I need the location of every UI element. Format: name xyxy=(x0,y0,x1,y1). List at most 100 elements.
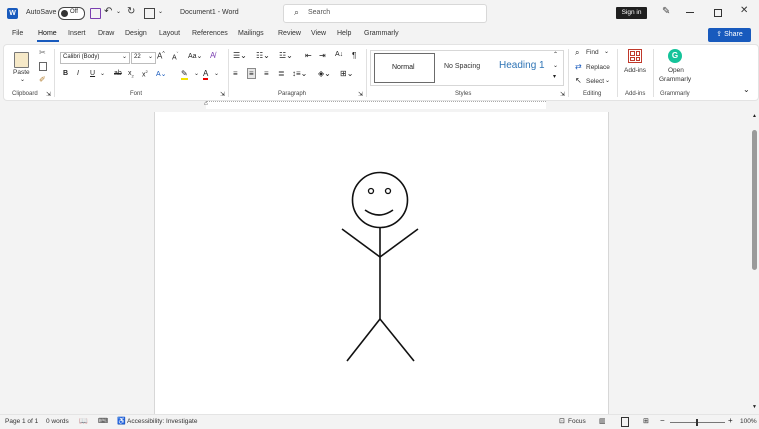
customize-qat-icon[interactable]: ⌄ xyxy=(158,8,163,15)
font-color-dropdown-icon[interactable]: ⌄ xyxy=(214,70,219,77)
styles-scroll-up-icon[interactable]: ⌃ xyxy=(553,51,558,58)
accessibility-icon[interactable]: ♿ xyxy=(117,417,126,425)
font-name-dropdown-icon[interactable]: ⌄ xyxy=(122,53,127,60)
cut-icon[interactable]: ✂ xyxy=(39,48,46,57)
select-button[interactable]: Select xyxy=(586,78,604,85)
add-ins-icon[interactable] xyxy=(628,49,642,63)
multilevel-list-icon[interactable]: ☳⌄ xyxy=(279,51,293,60)
justify-icon[interactable]: ≣ xyxy=(278,69,285,78)
web-layout-icon[interactable]: ⊞ xyxy=(643,417,649,425)
paragraph-launcher-icon[interactable]: ⇲ xyxy=(358,91,363,98)
maximize-icon[interactable] xyxy=(714,9,722,17)
decrease-indent-icon[interactable]: ⇤ xyxy=(305,51,312,60)
subscript-icon[interactable]: x2 xyxy=(128,70,134,78)
find-dropdown-icon[interactable]: ⌄ xyxy=(604,48,609,55)
font-name-box[interactable]: Calibri (Body) ⌄ xyxy=(60,52,130,64)
stick-figure-drawing[interactable] xyxy=(155,112,608,414)
add-ins-button[interactable]: Add-ins xyxy=(624,67,646,74)
open-grammarly-line1[interactable]: Open xyxy=(668,67,684,74)
styles-more-icon[interactable]: ▾ xyxy=(553,73,556,80)
strikethrough-icon[interactable]: ab xyxy=(114,70,122,77)
scrollbar-thumb[interactable] xyxy=(752,130,757,270)
page-count[interactable]: Page 1 of 1 xyxy=(5,418,38,425)
font-color-icon[interactable]: A xyxy=(203,69,209,80)
show-marks-icon[interactable]: ¶ xyxy=(352,51,356,60)
grammarly-icon[interactable]: G xyxy=(668,49,682,63)
font-launcher-icon[interactable]: ⇲ xyxy=(220,91,225,98)
tab-file[interactable]: File xyxy=(12,30,23,37)
tab-view[interactable]: View xyxy=(311,30,326,37)
styles-launcher-icon[interactable]: ⇲ xyxy=(560,91,565,98)
bold-icon[interactable]: B xyxy=(63,70,68,77)
find-button[interactable]: Find xyxy=(586,49,599,56)
grow-font-icon[interactable]: A^ xyxy=(157,51,165,61)
minimize-icon[interactable] xyxy=(686,12,694,13)
align-right-icon[interactable]: ≡ xyxy=(264,69,269,78)
clipboard-launcher-icon[interactable]: ⇲ xyxy=(46,91,51,98)
sign-in-button[interactable]: Sign in xyxy=(616,7,647,19)
paste-dropdown-icon[interactable]: ⌄ xyxy=(20,76,25,83)
accessibility-status[interactable]: Accessibility: Investigate xyxy=(127,418,197,425)
tab-insert[interactable]: Insert xyxy=(68,30,86,37)
proofing-icon[interactable]: 📖 xyxy=(79,417,88,425)
style-heading-1[interactable]: Heading 1 xyxy=(499,60,545,71)
change-case-icon[interactable]: Aa⌄ xyxy=(188,52,202,60)
document-page[interactable] xyxy=(154,112,609,414)
print-layout-icon[interactable] xyxy=(621,417,629,427)
tab-draw[interactable]: Draw xyxy=(98,30,114,37)
pen-icon[interactable]: ✎ xyxy=(662,6,670,17)
highlight-icon[interactable]: ✎ xyxy=(181,69,188,80)
italic-icon[interactable]: I xyxy=(77,70,79,77)
font-size-box[interactable]: 22 ⌄ xyxy=(131,52,156,64)
clear-formatting-icon[interactable]: A̸ xyxy=(210,51,215,60)
scroll-down-icon[interactable]: ▼ xyxy=(752,404,757,410)
focus-button[interactable]: Focus xyxy=(568,418,586,425)
save-icon[interactable] xyxy=(90,8,101,19)
style-normal[interactable]: Normal xyxy=(374,53,435,83)
format-painter-icon[interactable]: ✐ xyxy=(39,75,46,84)
font-size-dropdown-icon[interactable]: ⌄ xyxy=(148,53,153,60)
numbering-icon[interactable]: ☷⌄ xyxy=(256,51,270,60)
replace-button[interactable]: Replace xyxy=(586,64,610,71)
table-icon[interactable] xyxy=(144,8,155,19)
shading-icon[interactable]: ◈⌄ xyxy=(318,69,331,78)
open-grammarly-line2[interactable]: Grammarly xyxy=(659,76,691,83)
close-icon[interactable]: ✕ xyxy=(740,5,748,16)
zoom-slider[interactable] xyxy=(670,419,725,426)
redo-icon[interactable]: ↻ xyxy=(127,6,135,17)
underline-dropdown-icon[interactable]: ⌄ xyxy=(100,70,105,77)
superscript-icon[interactable]: x2 xyxy=(142,69,148,78)
scroll-up-icon[interactable]: ▲ xyxy=(752,113,757,119)
highlight-dropdown-icon[interactable]: ⌄ xyxy=(194,70,199,77)
bullets-icon[interactable]: ☰⌄ xyxy=(233,51,247,60)
paste-icon[interactable] xyxy=(14,52,29,68)
autosave-toggle[interactable]: Off xyxy=(58,7,85,20)
zoom-slider-thumb[interactable] xyxy=(696,419,698,426)
text-predictions-icon[interactable]: ⌨ xyxy=(98,417,108,425)
collapse-ribbon-icon[interactable]: ⌄ xyxy=(743,85,750,94)
shrink-font-icon[interactable]: Aˇ xyxy=(172,52,178,61)
text-effects-icon[interactable]: A⌄ xyxy=(156,70,167,78)
copy-icon[interactable] xyxy=(39,62,47,71)
align-center-icon[interactable]: ≡ xyxy=(247,68,256,79)
underline-icon[interactable]: U xyxy=(90,70,95,77)
search-box[interactable]: ⌕ Search xyxy=(283,4,487,23)
tab-design[interactable]: Design xyxy=(125,30,147,37)
select-dropdown-icon[interactable]: ⌄ xyxy=(605,77,610,84)
tab-home[interactable]: Home xyxy=(38,30,57,37)
paste-label[interactable]: Paste xyxy=(13,69,30,76)
tab-layout[interactable]: Layout xyxy=(159,30,180,37)
tab-references[interactable]: References xyxy=(192,30,228,37)
tab-grammarly[interactable]: Grammarly xyxy=(364,30,399,37)
share-button[interactable]: ⇪ Share xyxy=(708,28,751,42)
undo-dropdown-icon[interactable]: ⌄ xyxy=(116,8,121,15)
undo-icon[interactable]: ↶ xyxy=(104,6,112,17)
focus-icon[interactable]: ⊡ xyxy=(559,417,565,425)
sort-icon[interactable]: A↓ xyxy=(335,51,343,58)
increase-indent-icon[interactable]: ⇥ xyxy=(319,51,326,60)
indent-marker-icon[interactable]: ⌂ xyxy=(204,101,208,107)
borders-icon[interactable]: ⊞⌄ xyxy=(340,69,353,78)
line-spacing-icon[interactable]: ↕≡⌄ xyxy=(292,69,307,78)
word-count[interactable]: 0 words xyxy=(46,418,69,425)
styles-scroll-down-icon[interactable]: ⌄ xyxy=(553,62,558,69)
